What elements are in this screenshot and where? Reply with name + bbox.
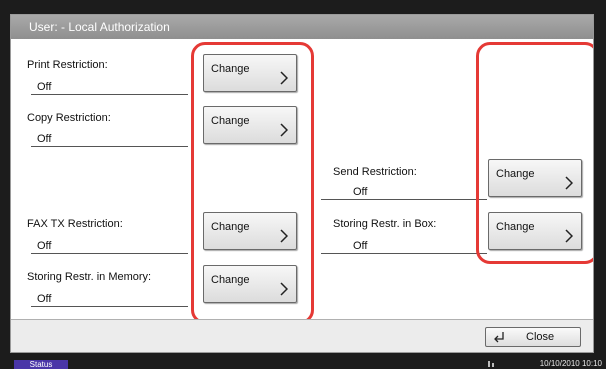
chevron-right-icon bbox=[565, 176, 573, 190]
local-authorization-panel: User: - Local Authorization Print Restri… bbox=[10, 14, 594, 353]
send-restriction-label: Send Restriction: bbox=[333, 166, 417, 178]
close-label: Close bbox=[526, 331, 555, 343]
fax-tx-restriction-change-button[interactable]: Change bbox=[203, 212, 297, 250]
storing-restr-box-label: Storing Restr. in Box: bbox=[333, 218, 437, 230]
change-label: Change bbox=[496, 221, 535, 233]
storing-restr-box-change-button[interactable]: Change bbox=[488, 212, 582, 250]
storing-restr-memory-value: Off bbox=[37, 293, 52, 305]
copy-restriction-change-button[interactable]: Change bbox=[203, 106, 297, 144]
screen-frame: User: - Local Authorization Print Restri… bbox=[0, 0, 606, 369]
storing-restr-box-value: Off bbox=[353, 240, 368, 252]
return-arrow-icon bbox=[494, 332, 504, 343]
chevron-right-icon bbox=[565, 229, 573, 243]
storing-restr-memory-change-button[interactable]: Change bbox=[203, 265, 297, 303]
datetime-display: 10/10/2010 10:10 bbox=[539, 359, 602, 368]
print-restriction-label: Print Restriction: bbox=[27, 59, 108, 71]
print-restriction-underline bbox=[31, 94, 188, 95]
change-label: Change bbox=[211, 274, 250, 286]
storing-restr-memory-underline bbox=[31, 306, 188, 307]
change-label: Change bbox=[211, 115, 250, 127]
print-restriction-change-button[interactable]: Change bbox=[203, 54, 297, 92]
fax-tx-restriction-underline bbox=[31, 253, 188, 254]
send-restriction-change-button[interactable]: Change bbox=[488, 159, 582, 197]
copy-restriction-underline bbox=[31, 146, 188, 147]
print-restriction-value: Off bbox=[37, 81, 52, 93]
send-restriction-underline bbox=[321, 199, 487, 200]
change-label: Change bbox=[496, 168, 535, 180]
chevron-right-icon bbox=[280, 229, 288, 243]
fax-tx-restriction-label: FAX TX Restriction: bbox=[27, 218, 123, 230]
storing-restr-box-underline bbox=[321, 253, 487, 254]
copy-restriction-label: Copy Restriction: bbox=[27, 112, 111, 124]
send-restriction-value: Off bbox=[353, 186, 368, 198]
bottom-bar: Close bbox=[11, 319, 593, 352]
network-icon bbox=[488, 361, 494, 367]
chevron-right-icon bbox=[280, 123, 288, 137]
storing-restr-memory-label: Storing Restr. in Memory: bbox=[27, 271, 152, 283]
copy-restriction-value: Off bbox=[37, 133, 52, 145]
close-button[interactable]: Close bbox=[485, 327, 581, 347]
change-label: Change bbox=[211, 63, 250, 75]
status-tab[interactable]: Status bbox=[14, 360, 68, 369]
panel-title: User: - Local Authorization bbox=[11, 15, 593, 39]
change-label: Change bbox=[211, 221, 250, 233]
chevron-right-icon bbox=[280, 282, 288, 296]
fax-tx-restriction-value: Off bbox=[37, 240, 52, 252]
chevron-right-icon bbox=[280, 71, 288, 85]
